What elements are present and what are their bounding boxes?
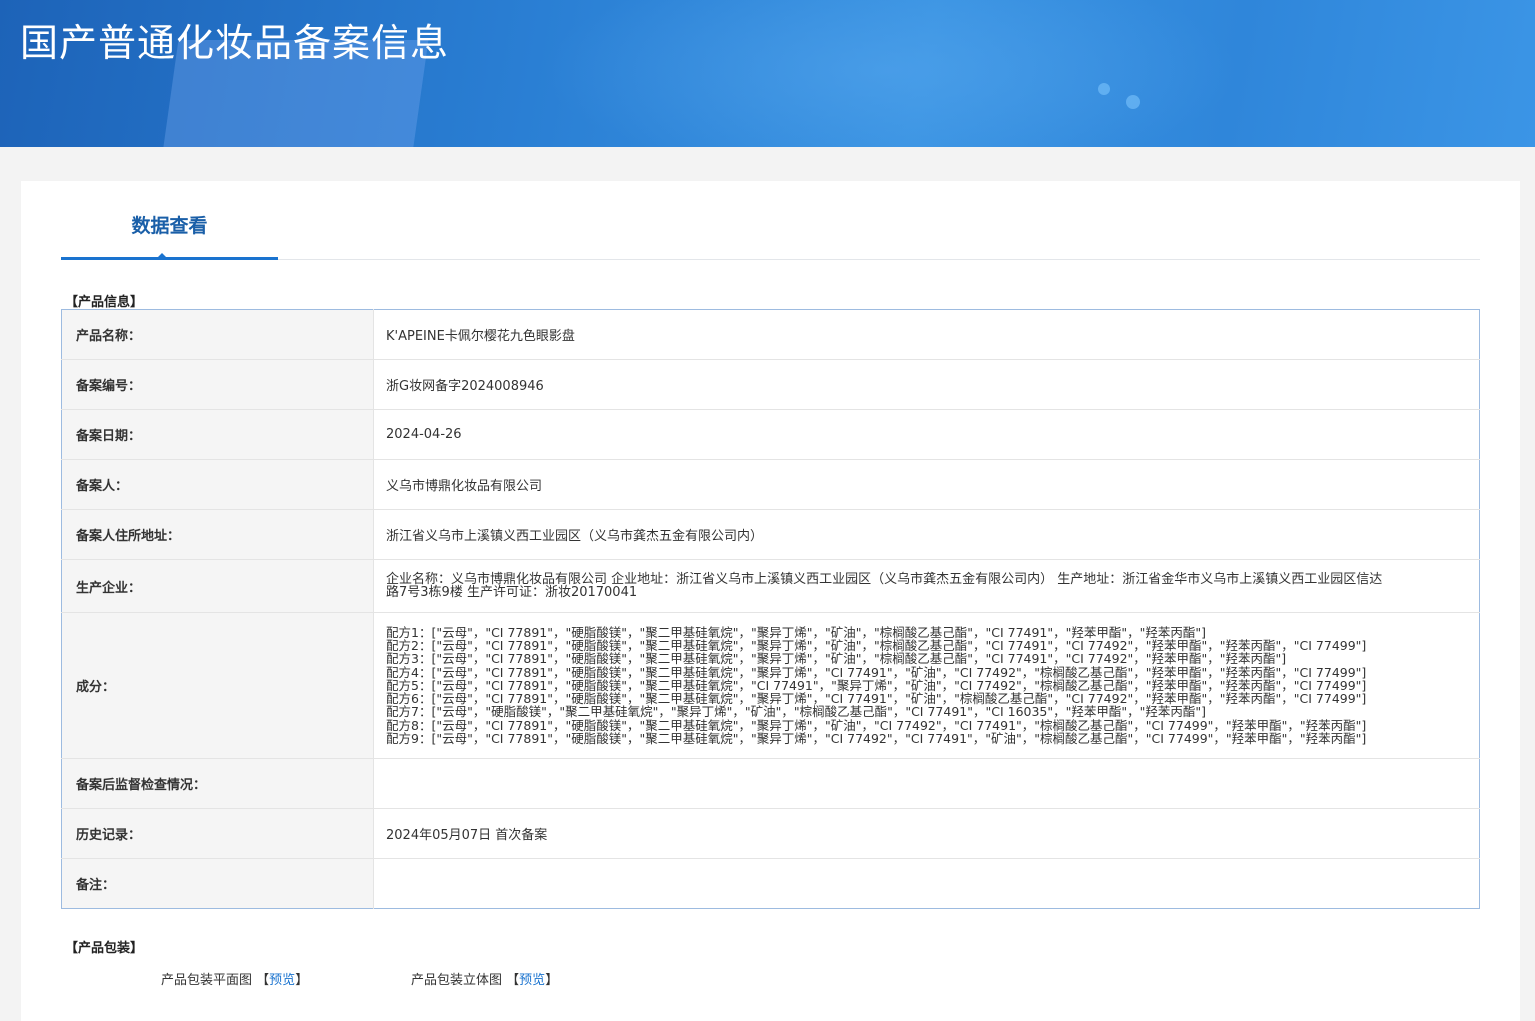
registrant-value: 义乌市博鼎化妆品有限公司 [373, 459, 1480, 510]
preview-flat-link[interactable]: 预览 [269, 973, 295, 988]
row-label: 备案日期： [61, 409, 374, 460]
banner-glow [540, 0, 1240, 147]
remarks-value [374, 859, 1480, 909]
preview-stereo-link[interactable]: 预览 [519, 973, 545, 988]
row-label: 成分： [61, 612, 374, 759]
formula-line: 配方9：["云母"，"CI 77891"，"硬脂酸镁"，"聚二甲基硅氧烷"，"聚… [386, 730, 1367, 746]
formula-line: 配方4：["云母"，"CI 77891"，"硬脂酸镁"，"聚二甲基硅氧烷"，"聚… [386, 664, 1367, 680]
row-label: 备案人： [61, 459, 374, 510]
page-title: 国产普通化妆品备案信息 [20, 21, 450, 65]
product-name-value: K'APEINE卡佩尔樱花九色眼影盘 [373, 309, 1480, 360]
row-label: 备案后监督检查情况： [61, 758, 374, 809]
section-title-product-info: 【产品信息】 [65, 295, 144, 310]
table-row: 备注： [61, 858, 1480, 909]
bracket: 】 [295, 973, 309, 988]
tab-data-view[interactable]: 数据查看 [61, 181, 278, 260]
packaging-stereo-item: 产品包装立体图 【预览】 [411, 969, 558, 988]
registration-date-value: 2024-04-26 [373, 409, 1480, 460]
bracket: 【 [506, 973, 520, 988]
history-value: 2024年05月07日 首次备案 [373, 808, 1480, 859]
caret-up-icon [155, 253, 169, 260]
row-label: 备案人住所地址： [61, 509, 374, 560]
banner-dot [1098, 83, 1110, 95]
registration-number-value: 浙G妆网备字2024008946 [373, 359, 1480, 410]
bracket: 】 [545, 973, 559, 988]
table-row: 备案人住所地址： 浙江省义乌市上溪镇义西工业园区（义乌市龚杰五金有限公司内） [61, 509, 1480, 560]
row-label: 历史记录： [61, 808, 374, 859]
tab-bar: 数据查看 [61, 181, 1480, 260]
formula-line: 配方7：["云母"，"硬脂酸镁"，"聚二甲基硅氧烷"，"聚异丁烯"，"矿油"，"… [386, 704, 1207, 720]
section-title-packaging: 【产品包装】 [65, 941, 144, 956]
row-label: 产品名称： [61, 309, 374, 360]
table-row: 备案人： 义乌市博鼎化妆品有限公司 [61, 459, 1480, 510]
packaging-stereo-label: 产品包装立体图 [411, 973, 503, 988]
manufacturer-line: 路7号3栋9楼 生产许可证：浙妆20170041 [386, 585, 638, 600]
inspection-value [373, 758, 1480, 809]
ingredients-value: 配方1：["云母"，"CI 77891"，"硬脂酸镁"，"聚二甲基硅氧烷"，"聚… [373, 612, 1480, 759]
packaging-flat-item: 产品包装平面图 【预览】 [161, 969, 308, 988]
table-row: 历史记录： 2024年05月07日 首次备案 [61, 808, 1480, 859]
table-row: 备案编号： 浙G妆网备字2024008946 [61, 359, 1480, 410]
table-row: 成分： 配方1：["云母"，"CI 77891"，"硬脂酸镁"，"聚二甲基硅氧烷… [61, 612, 1480, 759]
table-row: 生产企业： 企业名称：义乌市博鼎化妆品有限公司 企业地址：浙江省义乌市上溪镇义西… [61, 559, 1480, 613]
table-row: 备案日期： 2024-04-26 [61, 409, 1480, 460]
table-row: 备案后监督检查情况： [61, 758, 1480, 809]
product-info-table: 产品名称： K'APEINE卡佩尔樱花九色眼影盘 备案编号： 浙G妆网备字202… [61, 309, 1480, 909]
formula-line: 配方3：["云母"，"CI 77891"，"硬脂酸镁"，"聚二甲基硅氧烷"，"聚… [386, 651, 1287, 667]
table-row: 产品名称： K'APEINE卡佩尔樱花九色眼影盘 [61, 309, 1480, 360]
banner-dot [1126, 95, 1140, 109]
bracket: 【 [256, 973, 270, 988]
packaging-flat-label: 产品包装平面图 [161, 973, 253, 988]
main-card: 数据查看 【产品信息】 产品名称： K'APEINE卡佩尔樱花九色眼影盘 备案编… [21, 181, 1520, 1021]
tab-label: 数据查看 [131, 215, 208, 237]
row-label: 生产企业： [61, 559, 374, 613]
registrant-address-value: 浙江省义乌市上溪镇义西工业园区（义乌市龚杰五金有限公司内） [373, 509, 1480, 560]
row-label: 备案编号： [61, 359, 374, 410]
manufacturer-value: 企业名称：义乌市博鼎化妆品有限公司 企业地址：浙江省义乌市上溪镇义西工业园区（义… [373, 559, 1480, 613]
formula-line: 配方8：["云母"，"CI 77891"，"硬脂酸镁"，"聚二甲基硅氧烷"，"聚… [386, 717, 1367, 733]
header-banner: 国产普通化妆品备案信息 [0, 0, 1535, 147]
row-label: 备注： [61, 858, 374, 909]
